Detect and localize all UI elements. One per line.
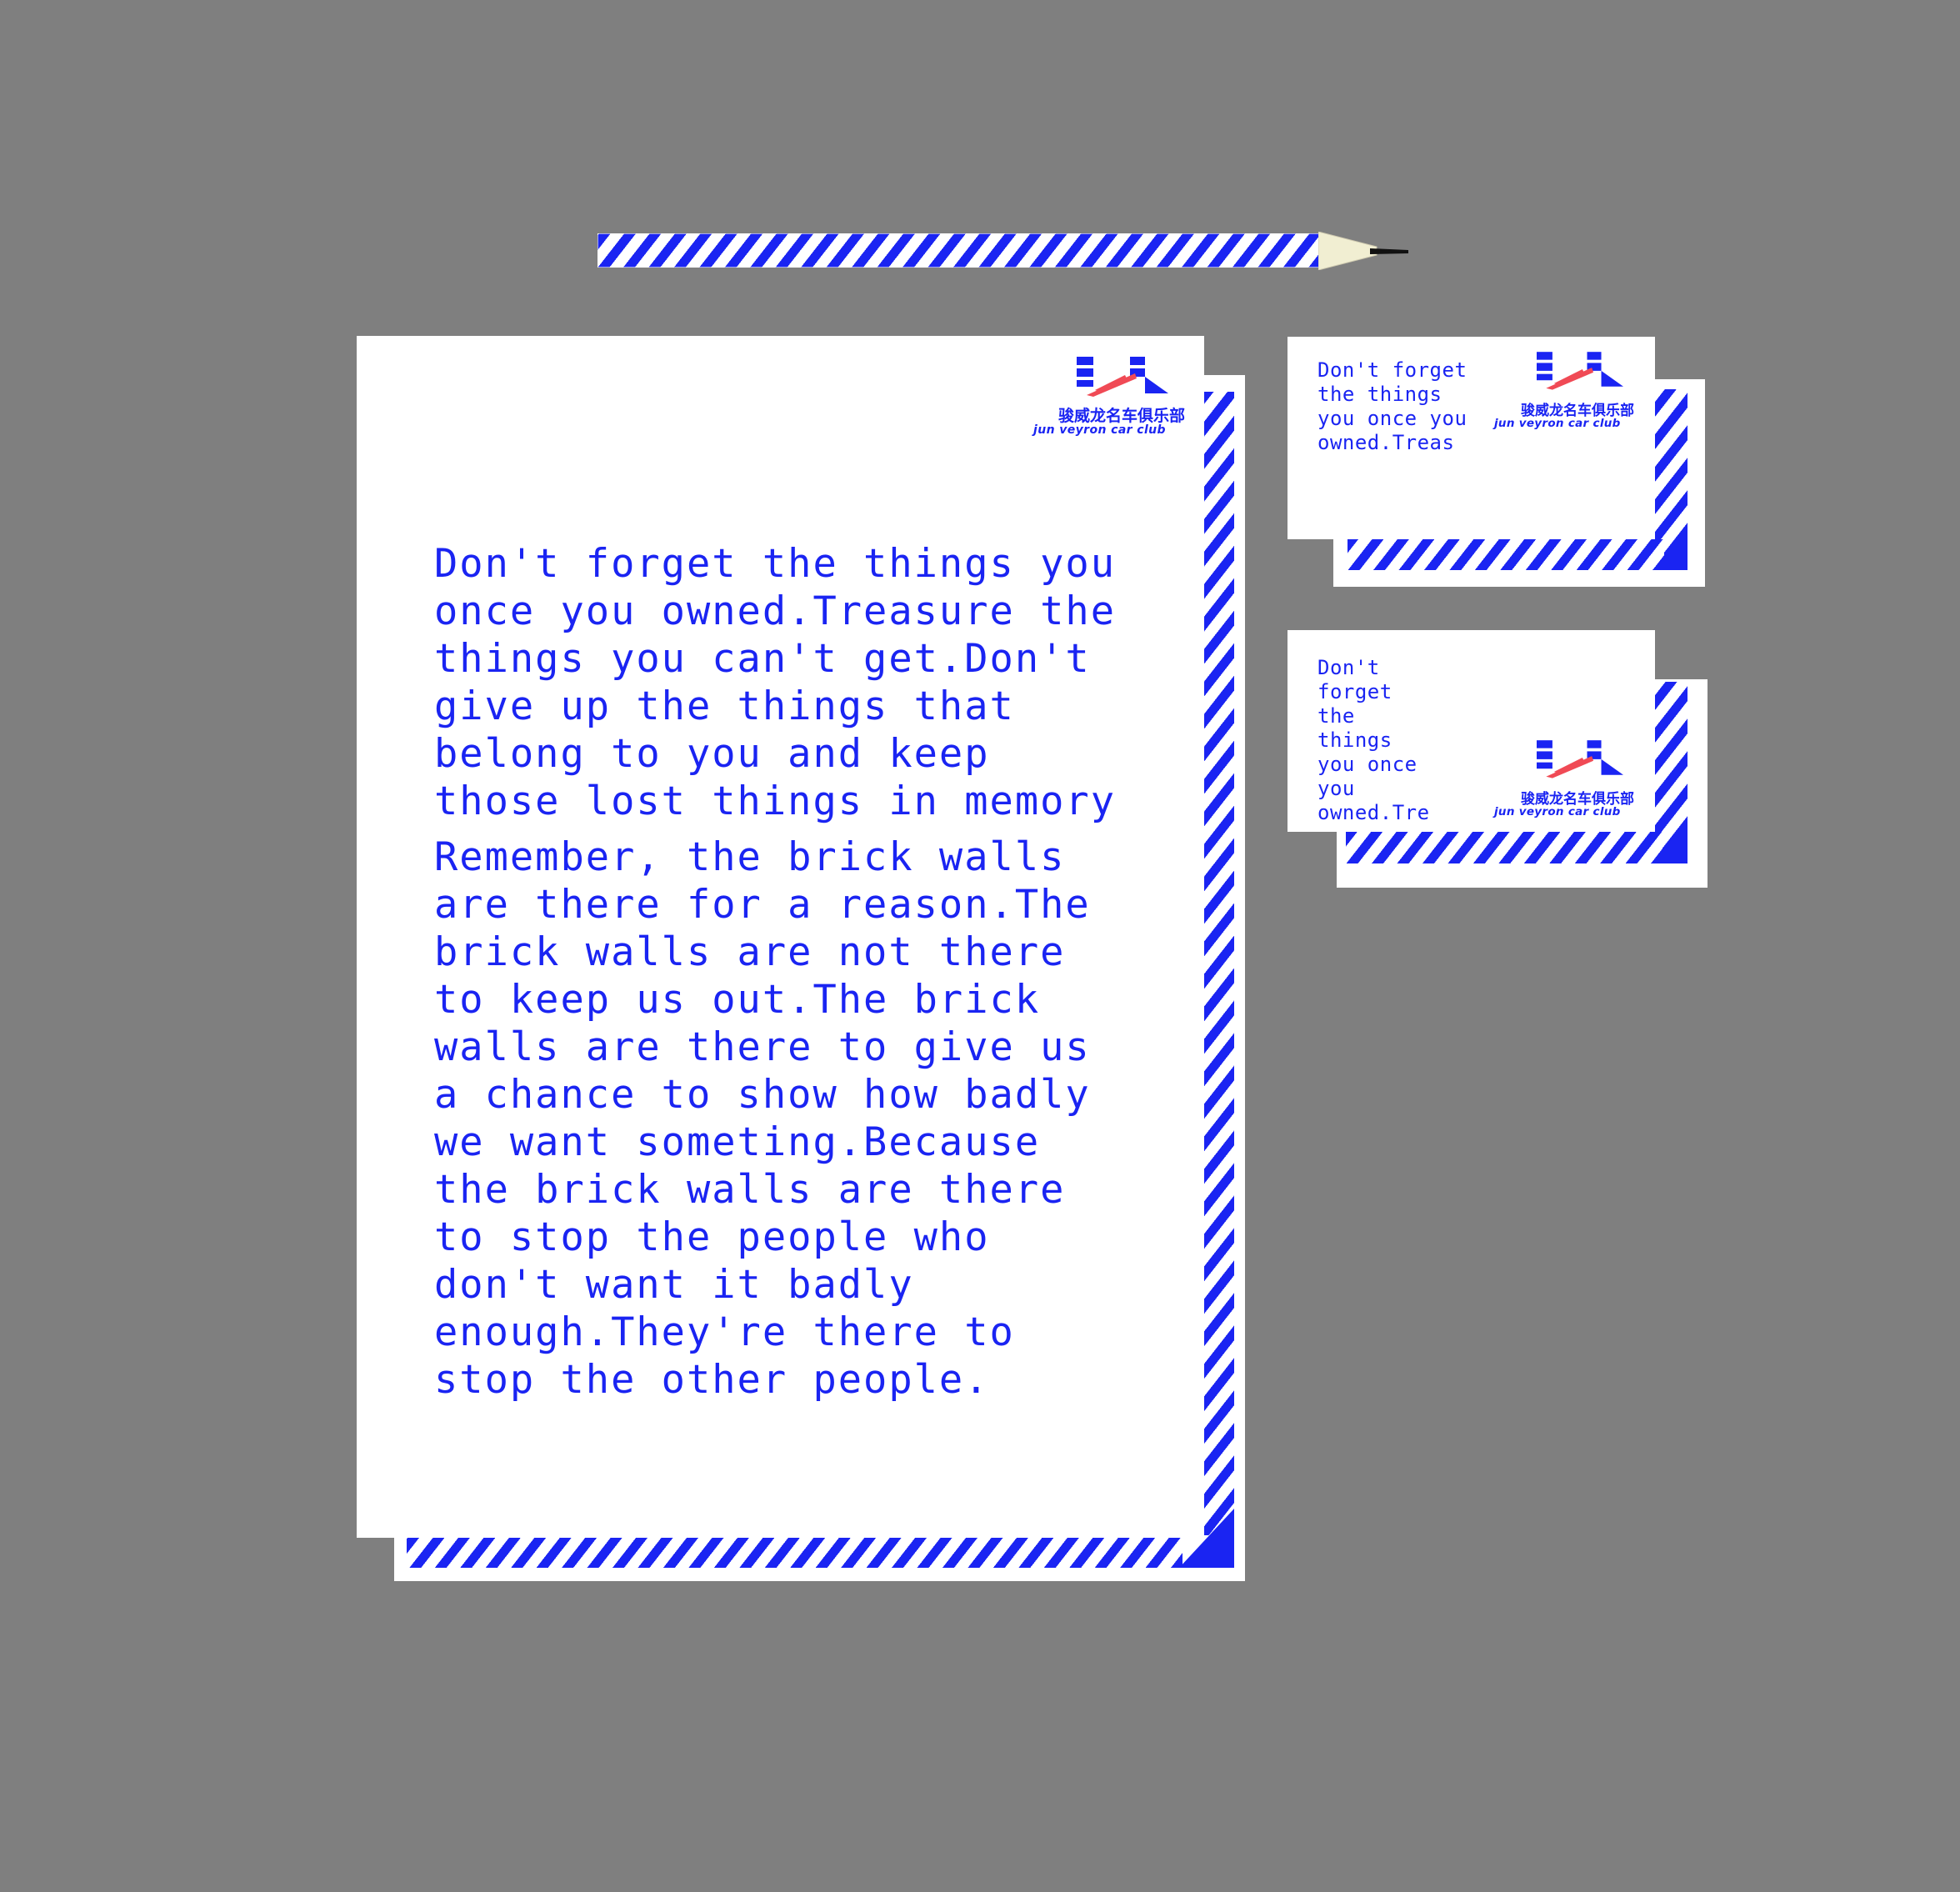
logo-name-cn: 骏威龙名车俱乐部 [1058,407,1186,425]
logo-name-en: jun veyron car club [1494,805,1621,818]
business-card-2-logo: 骏威龙名车俱乐部 jun veyron car club [1493,737,1643,823]
business-card-2-stripe-bottom [1346,832,1662,863]
letter-paragraph-1: Don't forget the things you once you own… [434,541,1117,824]
letter-body: Don't forget the things you once you own… [434,540,1118,1412]
pencil-body [598,233,1320,268]
letterhead-logo: 骏威龙名车俱乐部 jun veyron car club [1029,353,1185,440]
logo-name-en: jun veyron car club [1033,423,1166,437]
pencil-icon [1318,232,1408,270]
car-club-logo-icon [1537,352,1623,390]
logo-name-en: jun veyron car club [1494,417,1621,430]
letterhead-stripe-bottom [407,1538,1182,1568]
business-card-1-logo: 骏威龙名车俱乐部 jun veyron car club [1493,348,1643,435]
business-card-2-text: Don't forget the things you once you own… [1318,656,1430,824]
business-card-1-stripe-corner [1658,527,1688,570]
business-card-1-text: Don't forget the things you once you own… [1318,358,1468,454]
letterhead-stripe-corner [1179,1509,1234,1568]
letterhead-stripe-right [1204,392,1234,1535]
business-card-2-stripe-corner [1658,820,1688,863]
business-card-1-stripe-bottom [1348,539,1664,570]
car-club-logo-icon [1077,357,1168,397]
letter-paragraph-2: Remember, the brick walls are there for … [434,834,1117,1403]
car-club-logo-icon [1537,740,1623,778]
